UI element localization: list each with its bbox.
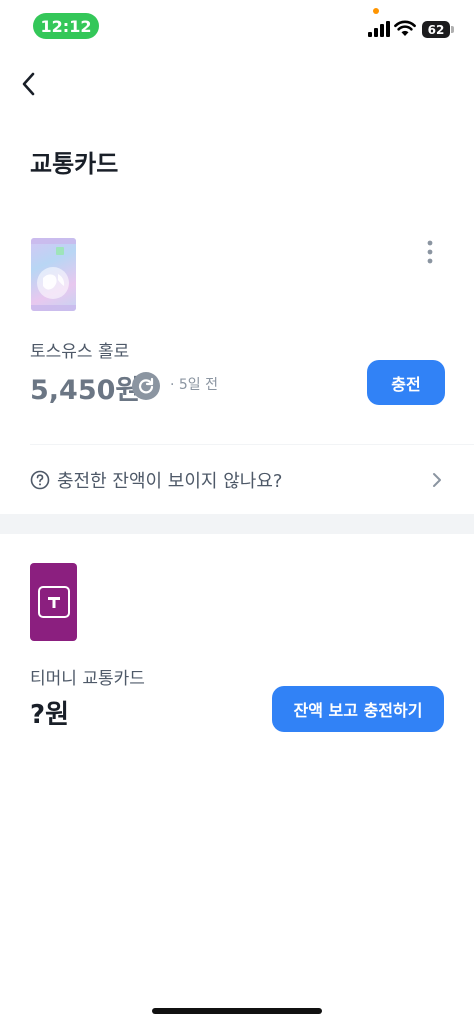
question-circle-icon xyxy=(30,470,50,490)
chevron-right-icon xyxy=(433,473,441,487)
help-text: 충전한 잔액이 보이지 않나요? xyxy=(57,471,283,492)
section-divider xyxy=(0,514,474,534)
tmoney-logo-icon xyxy=(37,586,70,618)
view-balance-charge-button[interactable]: 잔액 보고 충전하기 xyxy=(272,686,444,732)
card-balance: ?원 xyxy=(30,700,70,730)
charge-button[interactable]: 충전 xyxy=(367,360,445,405)
refresh-icon xyxy=(138,377,154,394)
toss-youth-card-image[interactable] xyxy=(31,238,76,311)
divider xyxy=(30,444,474,445)
card-balance: 5,450원 xyxy=(30,375,141,406)
globe-icon xyxy=(31,238,76,311)
wifi-icon xyxy=(394,20,416,36)
last-updated: · 5일 전 xyxy=(170,377,219,393)
battery-tip xyxy=(451,26,454,33)
more-options-icon[interactable] xyxy=(425,239,435,265)
card-name: 토스유스 홀로 xyxy=(30,342,130,362)
signal-icon xyxy=(368,21,390,37)
status-time: 12:12 xyxy=(33,13,99,39)
refresh-button[interactable] xyxy=(132,372,160,400)
battery-icon: 62 xyxy=(422,21,450,38)
page-title: 교통카드 xyxy=(30,150,119,178)
tmoney-card-image[interactable] xyxy=(30,563,77,641)
card-name: 티머니 교통카드 xyxy=(30,669,145,689)
home-indicator[interactable] xyxy=(152,1008,322,1014)
back-icon[interactable] xyxy=(16,70,44,98)
privacy-indicator-dot xyxy=(373,8,379,14)
